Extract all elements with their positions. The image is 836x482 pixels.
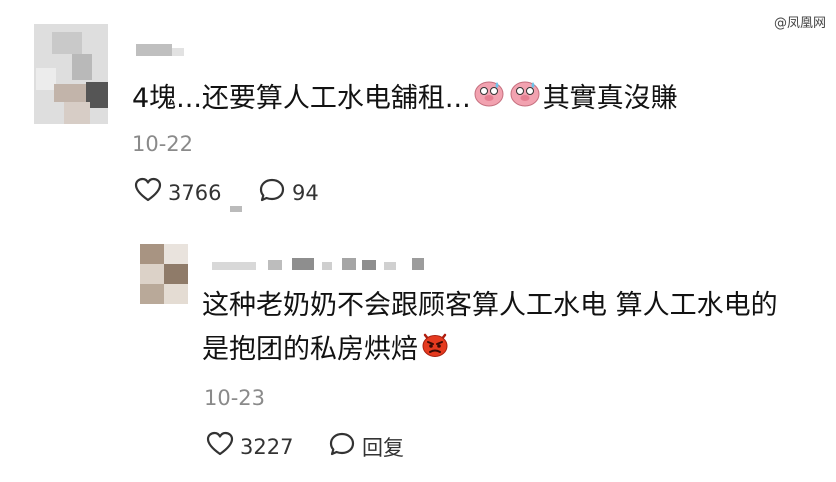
reply-count: 94 (292, 180, 319, 205)
comment-bubble-icon (258, 177, 286, 208)
blur-artifact (230, 206, 242, 212)
like-button[interactable]: 3766 (134, 177, 221, 208)
reply-date: 10-23 (204, 386, 266, 410)
reply-text-line: 这种老奶奶不会跟顾客算人工水电 算人工水电的 (202, 290, 778, 321)
like-count: 3227 (240, 434, 294, 459)
reply-text-line: 是抱团的私房烘焙 (202, 334, 418, 365)
username-blurred[interactable] (212, 258, 434, 272)
reply-text: 这种老奶奶不会跟顾客算人工水电 算人工水电的 是抱团的私房烘焙 (202, 284, 822, 372)
sweat-pig-emoji-icon (473, 77, 505, 114)
comment-text: 4塊...还要算人工水电舖租... 其實真沒賺 (132, 76, 678, 115)
username-blurred (172, 48, 184, 56)
avatar[interactable] (34, 24, 108, 124)
like-button[interactable]: 3227 (206, 431, 293, 462)
angry-face-emoji-icon (420, 328, 450, 372)
comment-text-part: 其實真沒賺 (542, 83, 678, 114)
comment-text-part: 4塊...还要算人工水电舖租... (132, 83, 471, 114)
heart-icon (206, 431, 234, 462)
comment-date: 10-22 (132, 132, 194, 156)
username-blurred[interactable] (136, 44, 172, 56)
heart-icon (134, 177, 162, 208)
watermark: @凤凰网 (773, 16, 826, 31)
comment-bubble-icon (328, 431, 356, 462)
sweat-pig-emoji-icon (509, 77, 541, 114)
reply-label: 回复 (362, 435, 404, 460)
like-count: 3766 (168, 180, 222, 205)
reply-button[interactable]: 94 (258, 177, 319, 208)
avatar[interactable] (140, 244, 188, 304)
reply-button[interactable]: 回复 (328, 431, 404, 462)
